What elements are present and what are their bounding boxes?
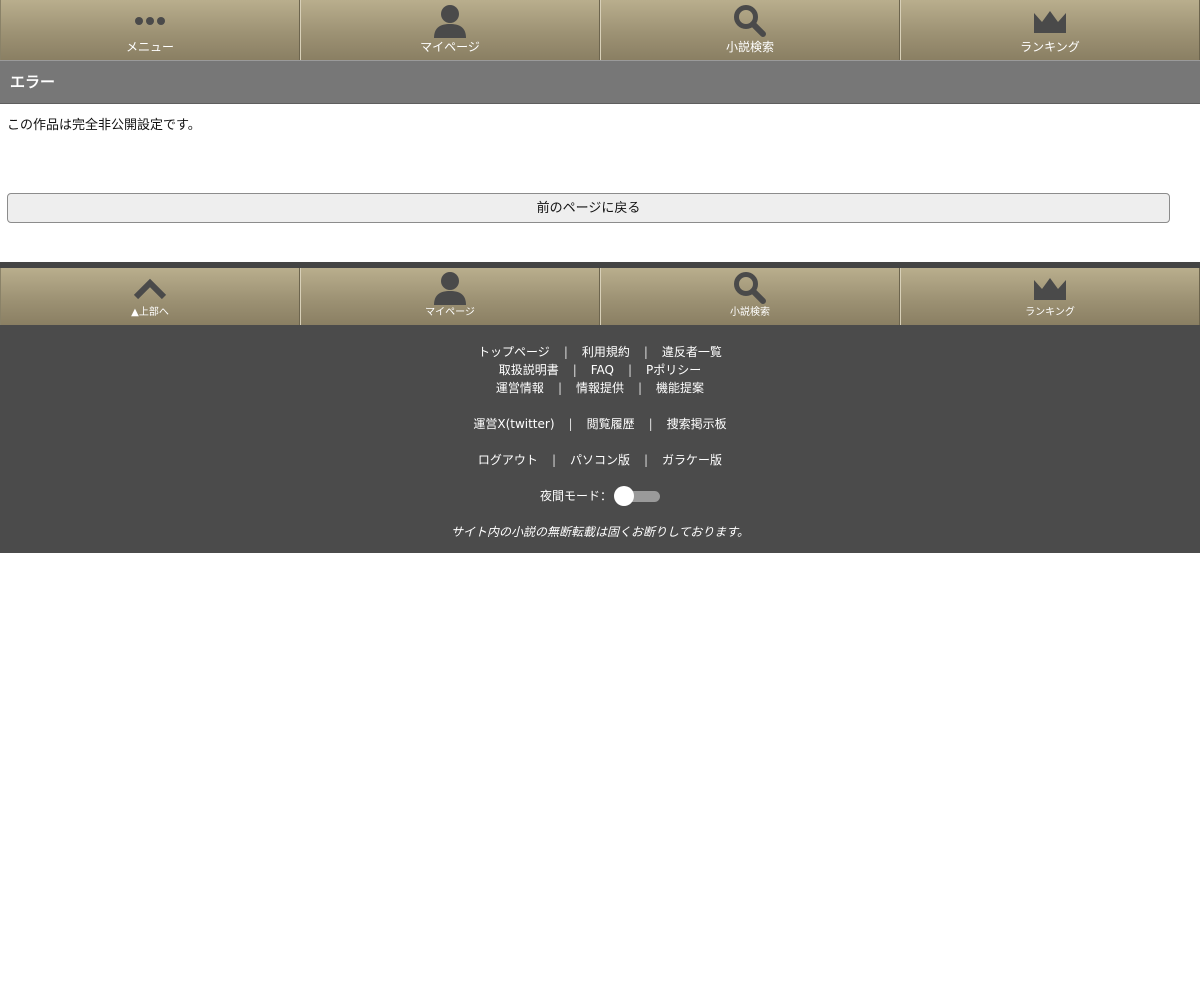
separator: | [638,381,643,395]
separator: | [568,417,573,431]
top-nav: メニュー マイページ 小説検索 ランキング [0,0,1200,60]
footer-link-logout[interactable]: ログアウト [478,453,538,467]
dots-icon [135,17,165,25]
footer-link-feature-phone[interactable]: ガラケー版 [662,453,722,467]
separator: | [551,453,556,467]
footer-link-top-page[interactable]: トップページ [478,345,550,359]
night-mode: 夜間モード： [539,486,660,506]
footer-link-terms[interactable]: 利用規約 [582,345,630,359]
error-message: この作品は完全非公開設定です。 [7,118,201,133]
magnifier-icon [734,5,766,37]
toggle-knob [614,486,634,506]
footer-link-pc-version[interactable]: パソコン版 [570,453,630,467]
nav-top-label: ▲上部へ [131,307,169,318]
nav-search-label: 小説検索 [725,40,774,54]
bottom-nav: ▲上部へ マイページ 小説検索 ランキング [0,268,1200,325]
footer-link-violators[interactable]: 違反者一覧 [662,345,722,359]
nav-ranking-label: ランキング [1020,40,1080,54]
footer-link-row: 運営情報 | 情報提供 | 機能提案 [0,379,1200,397]
separator: | [643,345,648,359]
night-mode-toggle[interactable] [614,486,660,506]
footer-link-report[interactable]: 情報提供 [576,381,624,395]
separator: | [563,345,568,359]
footer-link-privacy-policy[interactable]: Pポリシー [646,363,701,377]
footer-link-manual[interactable]: 取扱説明書 [499,363,559,377]
separator: | [648,417,653,431]
separator: | [572,363,577,377]
nav-menu-label: メニュー [125,40,174,54]
nav-ranking-label: ランキング [1025,307,1075,318]
footer-link-row: 取扱説明書 | FAQ | Pポリシー [0,361,1200,379]
nav-mypage-label: マイページ [425,307,475,318]
separator: | [557,381,562,395]
nav-top-button[interactable]: ▲上部へ [0,268,300,325]
footer-link-row: 運営X(twitter) | 閲覧履歴 | 捜索掲示板 [0,415,1200,433]
nav-mypage-button-bottom[interactable]: マイページ [300,268,600,325]
magnifier-icon [734,272,766,304]
person-icon [434,272,466,305]
footer-link-row: ログアウト | パソコン版 | ガラケー版 [0,451,1200,469]
footer-links: トップページ | 利用規約 | 違反者一覧 取扱説明書 | FAQ | Pポリシー 運営情報 | 情… [0,325,1200,553]
nav-ranking-button[interactable]: ランキング [900,0,1200,60]
nav-mypage-button[interactable]: マイページ [300,0,600,60]
night-mode-label: 夜間モード： [539,489,612,503]
chevron-up-icon [133,278,167,300]
nav-mypage-label: マイページ [420,40,480,54]
error-title: エラー [0,60,1200,104]
nav-ranking-button-bottom[interactable]: ランキング [900,268,1200,325]
copyright-notice: サイト内の小説の無断転載は固くお断りしております。 [450,525,750,539]
nav-search-label: 小説検索 [730,307,770,318]
back-button[interactable]: 前のページに戻る [7,193,1170,223]
footer-link-row: トップページ | 利用規約 | 違反者一覧 [0,343,1200,361]
nav-search-button[interactable]: 小説検索 [600,0,900,60]
crown-icon [1034,11,1066,33]
footer-link-history[interactable]: 閲覧履歴 [587,417,635,431]
footer-link-faq[interactable]: FAQ [591,363,614,377]
footer-link-feature-request[interactable]: 機能提案 [656,381,704,395]
footer-link-twitter[interactable]: 運営X(twitter) [473,417,554,431]
nav-menu-button[interactable]: メニュー [0,0,300,60]
footer: ▲上部へ マイページ 小説検索 ランキング トップページ | 利用規約 | 違反者一覧 [0,262,1200,553]
crown-icon [1034,278,1066,300]
separator: | [644,453,649,467]
person-icon [434,5,466,38]
back-button-container: 前のページに戻る [0,193,1200,262]
night-mode-row: 夜間モード： [0,486,1200,506]
separator: | [628,363,633,377]
nav-search-button-bottom[interactable]: 小説検索 [600,268,900,325]
footer-link-operation-info[interactable]: 運営情報 [496,381,544,395]
footer-link-search-board[interactable]: 捜索掲示板 [667,417,727,431]
